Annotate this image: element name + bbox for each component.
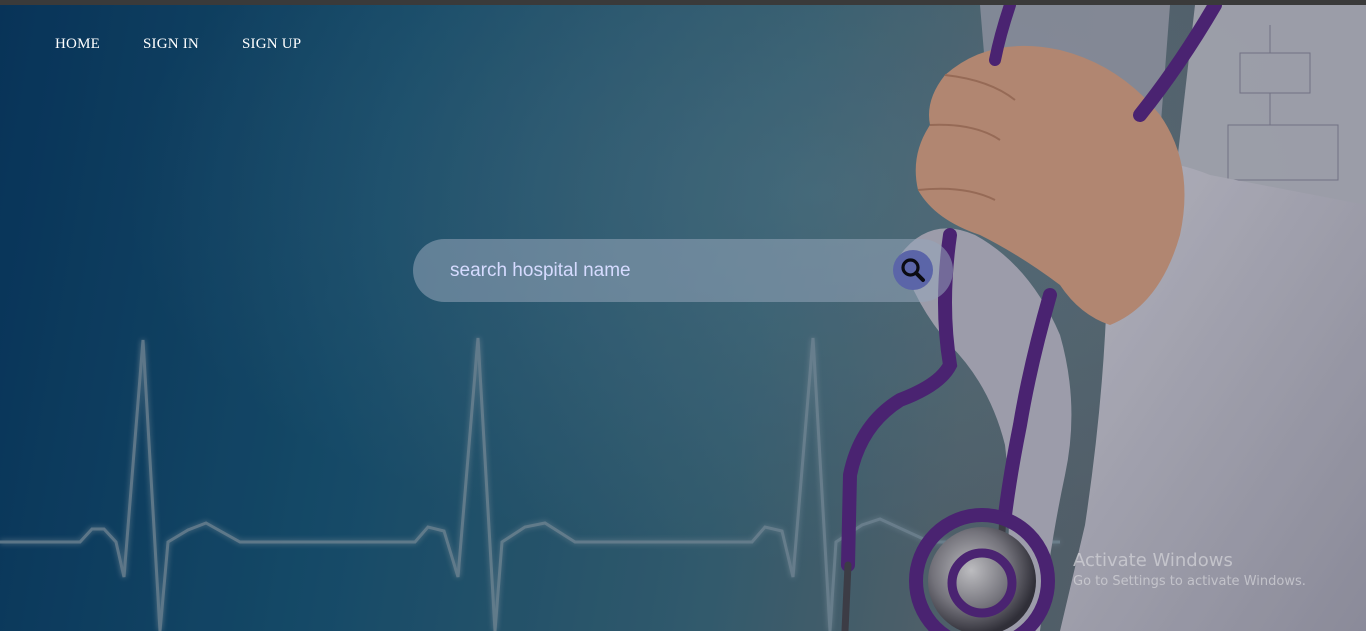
hospital-search-input[interactable]: [448, 258, 882, 283]
hero-dark-overlay: [0, 5, 1366, 631]
nav-sign-up-link[interactable]: SIGN UP: [242, 36, 301, 53]
nav-home-link[interactable]: HOME: [55, 36, 100, 53]
nav-sign-in-link[interactable]: SIGN IN: [143, 36, 199, 53]
watermark-subtitle: Go to Settings to activate Windows.: [1073, 574, 1306, 589]
window-top-border: [0, 0, 1366, 5]
watermark-title: Activate Windows: [1073, 550, 1233, 571]
search-button[interactable]: [893, 250, 933, 290]
windows-activation-watermark: Activate Windows Go to Settings to activ…: [1073, 550, 1306, 589]
hospital-search-bar: [413, 239, 953, 302]
search-icon: [901, 258, 925, 282]
hero-section: [0, 5, 1366, 631]
top-navigation: HOME SIGN IN SIGN UP: [55, 36, 344, 53]
